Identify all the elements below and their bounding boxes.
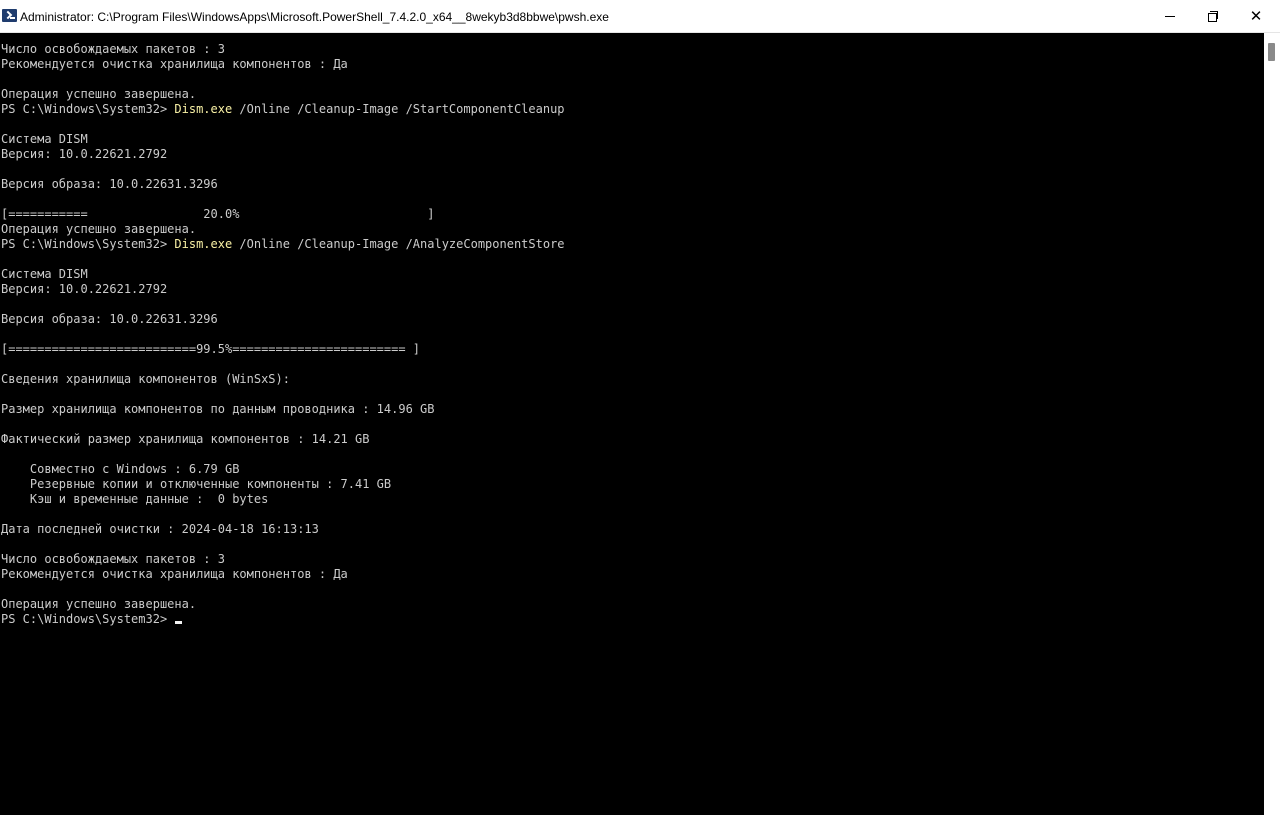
console-line: [==========================99.5%========… [1,342,421,356]
console-line: Число освобождаемых пакетов : 3 [1,552,225,566]
console-line: Резервные копии и отключенные компоненты… [1,477,392,491]
console-line: Операция успешно завершена. [1,597,197,611]
console-line: Кэш и временные данные : 0 bytes [1,492,269,506]
command-args: /Online /Cleanup-Image /StartComponentCl… [232,102,565,116]
console-line: Операция успешно завершена. [1,222,197,236]
console-line: Совместно с Windows : 6.79 GB [1,462,240,476]
console-line: Сведения хранилища компонентов (WinSxS): [1,372,290,386]
minimize-icon [1165,15,1175,17]
console-line: Система DISM [1,132,88,146]
console-line: Рекомендуется очистка хранилища компонен… [1,57,348,71]
console-line: Рекомендуется очистка хранилища компонен… [1,567,348,581]
window-title: Administrator: C:\Program Files\WindowsA… [20,10,609,24]
prompt: PS C:\Windows\System32> [1,237,175,251]
console-line: Размер хранилища компонентов по данным п… [1,402,435,416]
current-prompt-line: PS C:\Windows\System32> [1,612,1259,627]
console-output[interactable]: Число освобождаемых пакетов : 3 Рекоменду… [1,42,1259,812]
prompt: PS C:\Windows\System32> [1,102,175,116]
command-name: Dism.exe [174,237,233,251]
restore-button[interactable] [1191,0,1235,32]
command-name: Dism.exe [174,102,233,116]
prompt: PS C:\Windows\System32> [1,612,175,626]
powershell-icon [2,9,17,22]
close-icon: ✕ [1249,6,1263,25]
title-bar[interactable]: Administrator: C:\Program Files\WindowsA… [0,0,1280,33]
console-line: Версия: 10.0.22621.2792 [1,282,168,296]
console-line: Версия образа: 10.0.22631.3296 [1,312,218,326]
command-args: /Online /Cleanup-Image /AnalyzeComponent… [232,237,565,251]
console-line: Дата последней очистки : 2024-04-18 16:1… [1,522,319,536]
console-line: Операция успешно завершена. [1,87,197,101]
close-button[interactable]: ✕ [1234,0,1278,32]
console-line: Число освобождаемых пакетов : 3 [1,42,225,56]
text-cursor[interactable] [175,621,183,624]
minimize-button[interactable] [1148,0,1192,32]
vertical-scrollbar[interactable] [1264,33,1280,815]
console-line: Версия образа: 10.0.22631.3296 [1,177,218,191]
console-line: Фактический размер хранилища компонентов… [1,432,370,446]
scrollbar-thumb[interactable] [1268,43,1275,61]
command-line: PS C:\Windows\System32> Dism.exe /Online… [1,102,1259,117]
command-line: PS C:\Windows\System32> Dism.exe /Online… [1,237,1259,252]
restore-icon [1208,11,1218,22]
console-line: Версия: 10.0.22621.2792 [1,147,168,161]
console-line: [=========== 20.0% ] [1,207,435,221]
console-line: Система DISM [1,267,88,281]
